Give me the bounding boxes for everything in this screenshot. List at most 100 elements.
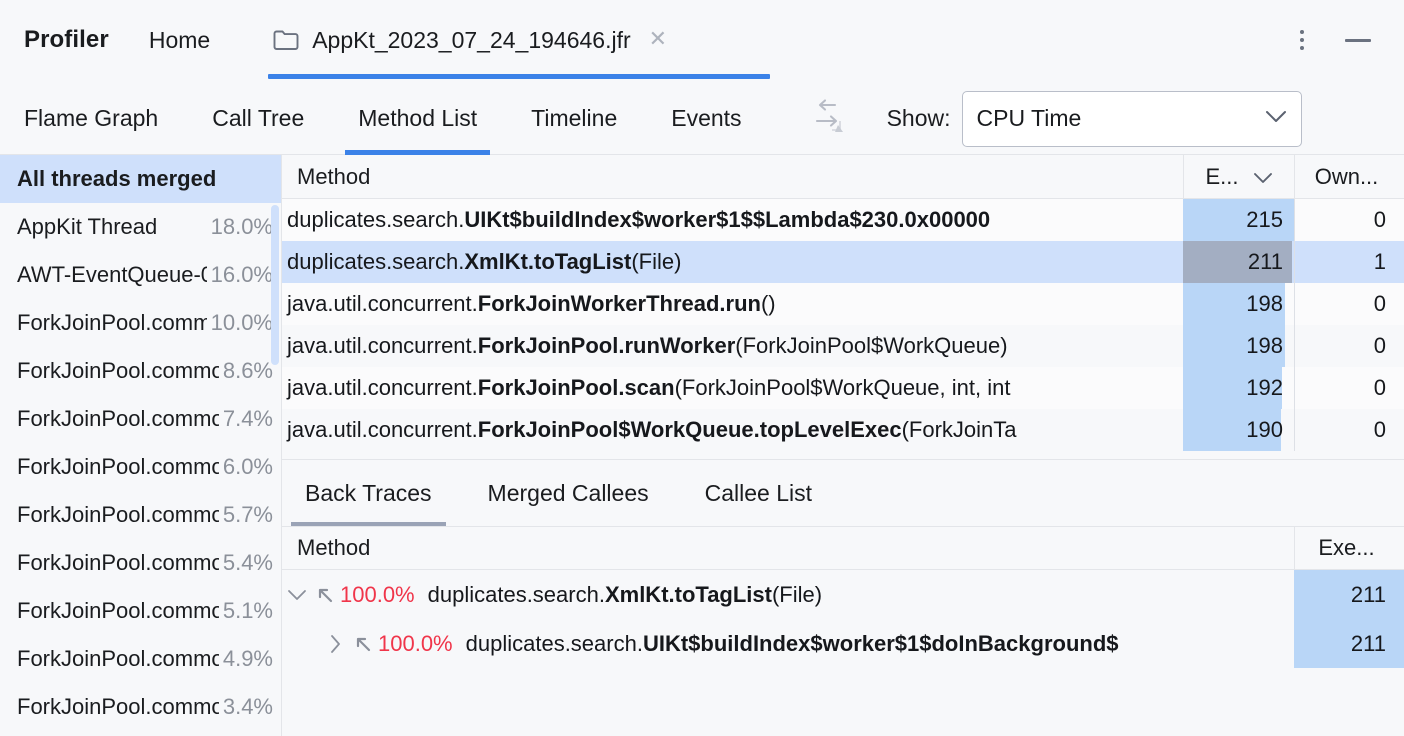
chevron-down-icon [1265,110,1287,128]
own-value: 0 [1374,375,1386,401]
table-row[interactable]: java.util.concurrent.ForkJoinWorkerThrea… [282,283,1404,325]
close-icon[interactable]: ✕ [649,29,667,51]
chevron-right-icon[interactable] [320,634,350,654]
thread-name: All threads merged [17,166,216,192]
thread-name: AppKit Thread [17,214,157,240]
method-identifier: UIKt$buildIndex$worker$1$$Lambda$230.0x0… [464,207,990,233]
thread-percent: 16.0% [207,262,273,288]
trace-percent: 100.0% [340,582,415,608]
thread-name: ForkJoinPool.commonPool-worker-7 [17,598,219,624]
method-name-cell: java.util.concurrent.ForkJoinPool.scan(F… [282,367,1183,409]
view-tabs: Flame Graph Call Tree Method List Timeli… [0,83,755,155]
table-row[interactable]: duplicates.search.UIKt$buildIndex$worker… [282,199,1404,241]
minimize-icon[interactable] [1330,15,1386,65]
thread-name: ForkJoinPool.commonPool-worker-6 [17,550,219,576]
exe-cell: 211 [1294,570,1404,619]
thread-row[interactable]: ForkJoinPool.commonPool-worker-7 5.1% [0,587,281,635]
tab-flame-graph[interactable]: Flame Graph [11,83,171,155]
method-table-header: Method E... Own... [282,155,1404,199]
thread-row[interactable]: ForkJoinPool.commonPool-worker-4 6.0% [0,443,281,491]
method-identifier: XmlKt.toTagList [464,249,631,275]
exclusive-value: 211 [1248,249,1283,275]
thread-row[interactable]: AppKit Thread 18.0% [0,203,281,251]
exclusive-cell: 198 [1183,325,1294,367]
table-row[interactable]: duplicates.search.XmlKt.toTagList(File) … [282,241,1404,283]
chevron-down-icon [1253,164,1273,190]
thread-percent: 5.1% [219,598,273,624]
thread-row[interactable]: ForkJoinPool.commonPool-worker-2 8.6% [0,347,281,395]
value-bar [1294,570,1404,619]
thread-row[interactable]: ForkJoinPool.commonPool-worker-5 5.7% [0,491,281,539]
window-controls [1274,0,1404,80]
own-cell: 0 [1294,367,1404,409]
tab-merged-callees[interactable]: Merged Callees [474,460,663,526]
method-name-cell: java.util.concurrent.ForkJoinPool.runWor… [282,325,1183,367]
right-pane: Method E... Own... duplica [282,155,1404,736]
sidebar-scrollbar[interactable] [271,205,279,365]
column-header-exe[interactable]: Exe... [1294,527,1404,569]
thread-row[interactable]: ForkJoinPool.commonPool-worker-3 7.4% [0,395,281,443]
tab-timeline[interactable]: Timeline [518,83,630,155]
table-row[interactable]: java.util.concurrent.ForkJoinPool.scan(F… [282,367,1404,409]
method-name-cell: duplicates.search.UIKt$buildIndex$worker… [282,199,1183,241]
show-metric-select[interactable]: CPU Time [962,91,1302,147]
column-header-method[interactable]: Method [282,155,1183,198]
tree-row[interactable]: 100.0% duplicates.search.UIKt$buildIndex… [282,619,1404,668]
method-identifier: ForkJoinPool.runWorker [478,333,736,359]
app-title: Profiler [0,26,109,54]
own-value: 1 [1374,249,1386,275]
bottom-panel-tabs: Back Traces Merged Callees Callee List [282,460,1404,526]
thread-row[interactable]: AWT-EventQueue-0 16.0% [0,251,281,299]
tab-events[interactable]: Events [658,83,754,155]
method-package: java.util.concurrent. [287,291,478,317]
thread-percent: 7.4% [219,406,273,432]
method-package: duplicates.search. [287,207,464,233]
show-label: Show: [887,105,951,132]
back-traces-header: Method Exe... [282,526,1404,570]
tab-method-list[interactable]: Method List [345,83,490,155]
show-metric-value: CPU Time [977,105,1082,132]
own-cell: 0 [1294,325,1404,367]
table-row[interactable]: java.util.concurrent.ForkJoinPool$WorkQu… [282,409,1404,451]
thread-row[interactable]: ForkJoinPool.commonPool-worker-8 4.9% [0,635,281,683]
thread-row[interactable]: ForkJoinPool.commonPool-worker-1 10.0% [0,299,281,347]
exclusive-cell: 192 [1183,367,1294,409]
more-vertical-icon[interactable] [1274,15,1330,65]
own-value: 0 [1374,291,1386,317]
chevron-down-icon[interactable] [282,589,312,601]
tab-callee-list[interactable]: Callee List [691,460,826,526]
thread-percent: 8.6% [219,358,273,384]
thread-name: ForkJoinPool.commonPool-worker-3 [17,406,219,432]
exclusive-cell: 198 [1183,283,1294,325]
nav-home[interactable]: Home [149,27,210,54]
thread-name: ForkJoinPool.commonPool-worker-5 [17,502,219,528]
exclusive-value: 215 [1246,207,1283,233]
tab-call-tree[interactable]: Call Tree [199,83,317,155]
method-signature: (ForkJoinPool$WorkQueue, int, int [675,375,1011,401]
method-signature: (File) [772,582,822,607]
method-name-cell: java.util.concurrent.ForkJoinPool$WorkQu… [282,409,1183,451]
method-package: duplicates.search. [428,582,605,607]
exclusive-cell: 190 [1183,409,1294,451]
tab-back-traces[interactable]: Back Traces [291,460,446,526]
file-tab-active-indicator [268,74,770,79]
thread-row[interactable]: ForkJoinPool.commonPool-worker-6 5.4% [0,539,281,587]
thread-row[interactable]: ForkJoinPool.commonPool-worker-9 3.4% [0,683,281,731]
folder-icon [273,29,299,51]
method-table-rows: duplicates.search.UIKt$buildIndex$worker… [282,199,1404,459]
thread-percent: 3.4% [219,694,273,720]
column-header-own[interactable]: Own... [1294,155,1404,198]
column-header-exclusive[interactable]: E... [1183,155,1294,198]
thread-row-all-merged[interactable]: All threads merged [0,155,281,203]
threads-sidebar[interactable]: All threads merged AppKit Thread 18.0% A… [0,155,282,736]
column-header-method[interactable]: Method [282,527,1294,569]
own-cell: 0 [1294,199,1404,241]
method-identifier: ForkJoinPool$WorkQueue.topLevelExec [478,417,902,443]
own-cell: 0 [1294,409,1404,451]
table-row[interactable]: java.util.concurrent.ForkJoinPool.runWor… [282,325,1404,367]
arrow-up-left-icon [350,634,376,654]
tree-row[interactable]: 100.0% duplicates.search.XmlKt.toTagList… [282,570,1404,619]
file-tab[interactable]: AppKt_2023_07_24_194646.jfr ✕ [265,0,685,80]
method-signature: (File) [631,249,681,275]
swap-arrows-icon[interactable] [805,99,849,139]
